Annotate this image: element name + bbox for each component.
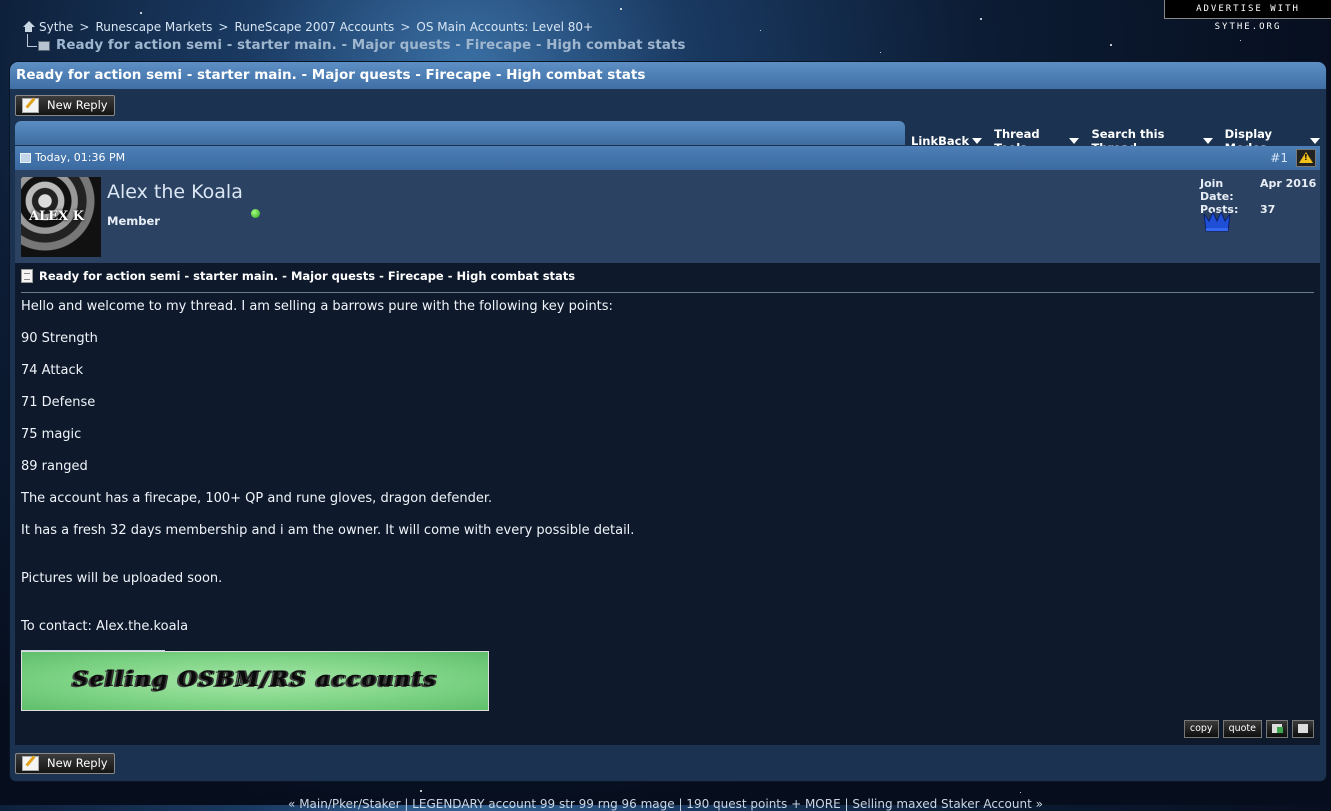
- posts-value: 37: [1260, 203, 1276, 216]
- breadcrumb: Sythe > Runescape Markets > RuneScape 20…: [22, 20, 685, 53]
- signature-banner[interactable]: Selling OSBM/RS accounts: [21, 651, 489, 711]
- folder-icon: [22, 34, 50, 51]
- post-old-icon: [20, 153, 31, 163]
- new-reply-icon: [22, 756, 39, 771]
- join-date-label: Join Date:: [1200, 177, 1234, 203]
- breadcrumb-link-runescape-markets[interactable]: Runescape Markets: [95, 20, 212, 34]
- online-status-icon: [251, 209, 260, 218]
- document-icon: [21, 269, 33, 283]
- thread-toolbar: LinkBack Thread Tools Search this Thread…: [15, 121, 1320, 155]
- next-thread-link[interactable]: Selling maxed Staker Account »: [852, 797, 1043, 811]
- post-actions: copy quote: [1183, 720, 1314, 738]
- report-post-icon[interactable]: [1296, 149, 1316, 167]
- new-reply-button-bottom[interactable]: New Reply: [15, 753, 115, 774]
- post-line: 71 Defense: [21, 395, 96, 410]
- post-line: 74 Attack: [21, 363, 84, 378]
- post-line: To contact: Alex.the.koala: [21, 619, 189, 634]
- new-reply-button-top[interactable]: New Reply: [15, 95, 115, 116]
- chevron-down-icon: [972, 138, 983, 144]
- thread-title: Ready for action semi - starter main. - …: [10, 62, 1326, 89]
- post-user-info: ALEX K Alex the Koala Member Join Date: A…: [15, 170, 1320, 263]
- breadcrumb-link-rs2007-accounts[interactable]: RuneScape 2007 Accounts: [234, 20, 394, 34]
- post-line: It has a fresh 32 days membership and i …: [21, 523, 635, 538]
- new-reply-label: New Reply: [47, 756, 108, 770]
- username-link[interactable]: Alex the Koala: [107, 181, 243, 203]
- join-date-value: Apr 2016: [1260, 177, 1317, 190]
- post-message: Ready for action semi - starter main. - …: [15, 263, 1320, 745]
- thread-panel: Ready for action semi - starter main. - …: [10, 62, 1326, 781]
- divider: [21, 292, 1314, 293]
- post-line: 75 magic: [21, 427, 82, 442]
- chevron-down-icon: [1069, 138, 1080, 144]
- chevron-down-icon: [1202, 138, 1213, 144]
- breadcrumb-separator: >: [400, 20, 411, 34]
- avatar[interactable]: ALEX K: [21, 177, 101, 257]
- nav-separator: |: [844, 797, 849, 811]
- avatar-text: ALEX K: [29, 209, 85, 224]
- thread-navigation: « Main/Pker/Staker | LEGENDARY account 9…: [0, 797, 1331, 811]
- copy-button[interactable]: copy: [1183, 720, 1219, 738]
- post-title: Ready for action semi - starter main. - …: [39, 269, 576, 283]
- previous-thread-link[interactable]: « Main/Pker/Staker | LEGENDARY account 9…: [288, 797, 841, 811]
- quick-reply-icon: [1298, 724, 1308, 733]
- breadcrumb-separator: >: [79, 20, 90, 34]
- post-line: 90 Strength: [21, 331, 98, 346]
- chevron-down-icon: [1310, 138, 1320, 144]
- user-title: Member: [107, 214, 160, 228]
- forum-home-icon[interactable]: [22, 21, 35, 33]
- signature-banner-text: Selling OSBM/RS accounts: [72, 666, 438, 691]
- breadcrumb-current: Ready for action semi - starter main. - …: [56, 37, 686, 53]
- breadcrumb-separator: >: [218, 20, 229, 34]
- post-date: Today, 01:36 PM: [35, 151, 126, 164]
- post-line: The account has a firecape, 100+ QP and …: [21, 491, 493, 506]
- post-line: Hello and welcome to my thread. I am sel…: [21, 299, 613, 314]
- quick-reply-button[interactable]: [1292, 720, 1314, 738]
- post-line: Pictures will be uploaded soon.: [21, 571, 223, 586]
- post-number-link[interactable]: #1: [1270, 146, 1288, 170]
- post-line: 89 ranged: [21, 459, 88, 474]
- breadcrumb-link-sythe[interactable]: Sythe: [39, 20, 73, 34]
- post-header: Today, 01:36 PM #1: [15, 146, 1320, 170]
- quote-button[interactable]: quote: [1222, 720, 1262, 738]
- advertise-link[interactable]: ADVERTISE WITH SYTHE.ORG: [1164, 0, 1331, 32]
- multiquote-button[interactable]: [1266, 720, 1288, 738]
- new-reply-icon: [22, 98, 39, 113]
- breadcrumb-link-os-main-accounts[interactable]: OS Main Accounts: Level 80+: [416, 20, 593, 34]
- crown-rank-icon: [1203, 210, 1231, 232]
- new-reply-label: New Reply: [47, 98, 108, 112]
